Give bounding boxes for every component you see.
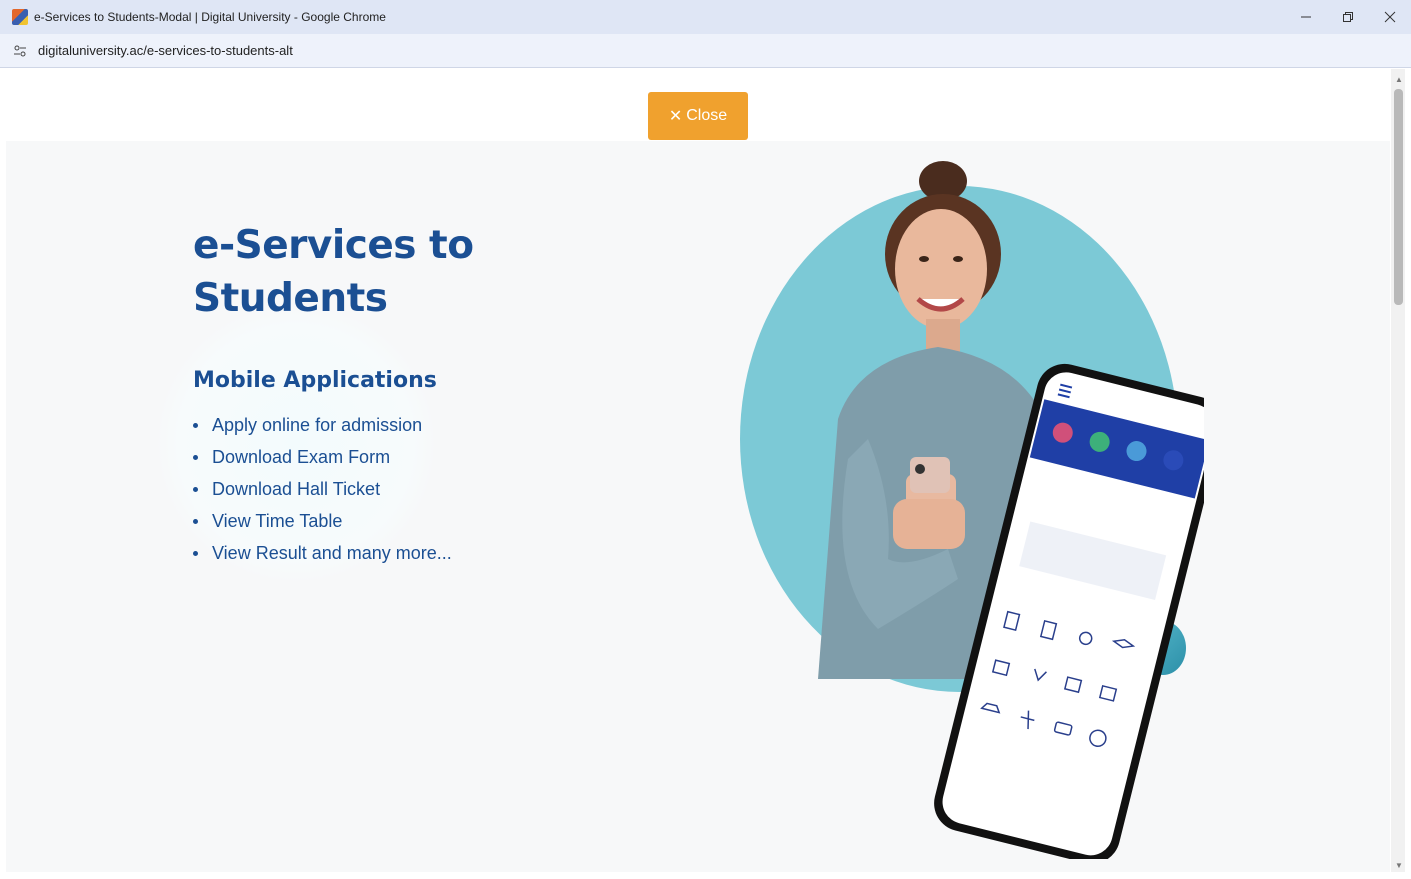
- restore-icon[interactable]: [1327, 0, 1369, 34]
- window-controls: [1285, 0, 1411, 34]
- bullet-icon: [193, 454, 198, 460]
- list-item: Apply online for admission: [193, 409, 452, 441]
- feature-list: Apply online for admission Download Exam…: [193, 409, 452, 569]
- scrollbar-thumb[interactable]: [1394, 89, 1403, 305]
- close-label: Close: [686, 107, 728, 124]
- list-item: View Result and many more...: [193, 537, 452, 569]
- close-window-icon[interactable]: [1369, 0, 1411, 34]
- close-x-icon: ✕: [668, 108, 683, 125]
- modal-close-button[interactable]: ✕ Close: [648, 92, 748, 140]
- hero-illustration: [738, 159, 1208, 879]
- page-scrollbar[interactable]: ▲ ▼: [1391, 69, 1405, 872]
- section-title: Mobile Applications: [193, 368, 437, 393]
- list-item: Download Exam Form: [193, 441, 452, 473]
- address-bar[interactable]: digitaluniversity.ac/e-services-to-stude…: [0, 34, 1411, 68]
- list-item: View Time Table: [193, 505, 452, 537]
- bullet-icon: [193, 422, 198, 428]
- browser-titlebar: e-Services to Students-Modal | Digital U…: [0, 0, 1411, 34]
- bullet-icon: [193, 486, 198, 492]
- phone-mockup: [934, 363, 1204, 859]
- minimize-icon[interactable]: [1285, 0, 1327, 34]
- bullet-icon: [193, 550, 198, 556]
- list-item: Download Hall Ticket: [193, 473, 452, 505]
- url-text[interactable]: digitaluniversity.ac/e-services-to-stude…: [38, 43, 293, 58]
- page-content: ✕ Close e-Services to Students Mobile Ap…: [0, 69, 1411, 872]
- scroll-down-icon[interactable]: ▼: [1395, 861, 1403, 870]
- site-favicon-icon: [12, 9, 28, 25]
- site-settings-icon[interactable]: [12, 43, 28, 59]
- bullet-icon: [193, 518, 198, 524]
- window-title: e-Services to Students-Modal | Digital U…: [34, 10, 386, 24]
- scroll-up-icon[interactable]: ▲: [1395, 75, 1403, 84]
- page-title: e-Services to Students: [193, 223, 474, 321]
